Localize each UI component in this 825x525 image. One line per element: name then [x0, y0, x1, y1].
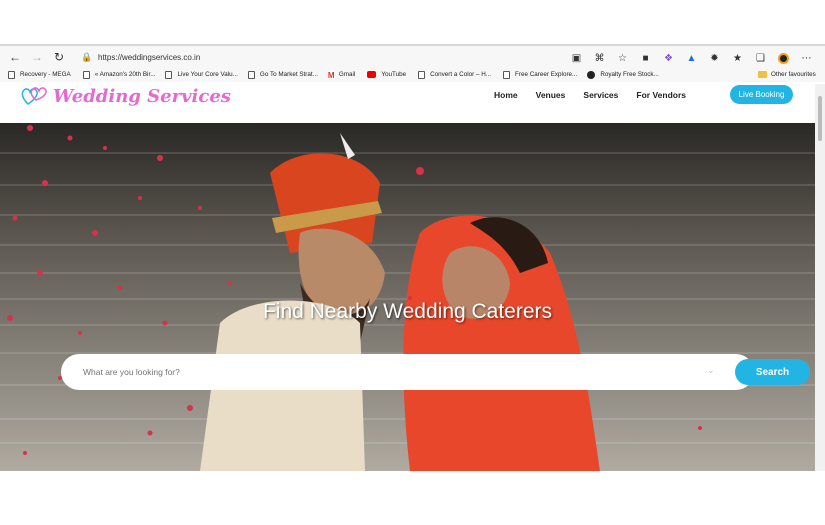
scrollbar-thumb[interactable] [818, 96, 822, 141]
address-bar[interactable]: 🔒 https://weddingservices.co.in [78, 49, 568, 66]
bookmark-item[interactable]: Free Career Explore... [503, 67, 577, 82]
lock-icon[interactable]: 🔒 [78, 52, 96, 63]
nav-for-vendors[interactable]: For Vendors [636, 89, 686, 101]
favorite-add-icon[interactable]: ☆ [611, 50, 634, 66]
app-icon[interactable]: ⌘ [588, 50, 611, 66]
site-header: Wedding Services Home Venues Services Fo… [0, 82, 825, 123]
search-input[interactable] [83, 364, 623, 380]
bookmark-label: Recovery - MEGA [20, 71, 71, 78]
bookmark-item[interactable]: Royalty Free Stock... [587, 67, 659, 82]
bookmark-item[interactable]: Recovery - MEGA [8, 67, 71, 82]
page-icon [8, 70, 15, 79]
page-icon [503, 70, 511, 79]
tab-view-icon[interactable]: ▣ [565, 50, 588, 66]
favorites-icon[interactable]: ★ [726, 50, 749, 66]
gmail-icon: M [327, 70, 335, 80]
forward-icon[interactable]: → [26, 48, 48, 66]
bookmark-item[interactable]: M Gmail [327, 67, 356, 82]
bookmark-label: Free Career Explore... [515, 71, 578, 78]
hero-heading: Find Nearby Wedding Caterers [262, 300, 553, 323]
page-icon [418, 70, 426, 79]
bookmark-label: Go To Market Strat... [259, 71, 318, 78]
nav-services[interactable]: Services [583, 89, 618, 101]
page-icon [165, 70, 173, 79]
extensions-icon[interactable]: ✹ [703, 50, 726, 66]
search-button[interactable]: Search [735, 359, 810, 385]
brand-logo-text[interactable]: Wedding Services [53, 86, 231, 107]
royalty-icon [587, 70, 596, 79]
youtube-icon [367, 71, 377, 78]
other-favourites-label: Other favourites [771, 71, 816, 78]
bookmark-item[interactable]: Go To Market Strat... [247, 67, 318, 82]
browser-toolbar: ← → ↻ 🔒 https://weddingservices.co.in ▣ … [0, 48, 825, 66]
chevron-down-icon[interactable]: ⌄ [707, 365, 715, 376]
page-bottom-area [0, 471, 825, 525]
folder-icon [758, 71, 767, 78]
hero-section: Find Nearby Wedding Caterers ⌄ Search [0, 123, 815, 471]
nav-home[interactable]: Home [494, 89, 518, 101]
bookmark-item[interactable]: Convert a Color – H... [418, 67, 491, 82]
page-icon [82, 70, 90, 79]
collections-icon[interactable]: ❏ [749, 50, 772, 66]
bookmark-label: Live Your Core Valu... [177, 71, 238, 78]
extension-badge-icon[interactable]: ❖ [657, 50, 680, 66]
browser-chrome: ← → ↻ 🔒 https://weddingservices.co.in ▣ … [0, 44, 825, 82]
bookmark-item[interactable]: Live Your Core Valu... [165, 67, 238, 82]
main-nav: Home Venues Services For Vendors [494, 89, 704, 101]
page-icon [247, 70, 255, 79]
search-bar: ⌄ Search [61, 354, 810, 390]
live-booking-button[interactable]: Live Booking [730, 85, 793, 104]
browser-toolbar-icons: ▣ ⌘ ☆ ■ ❖ ▲ ✹ ★ ❏ ⋯ [565, 50, 818, 66]
hearts-logo-icon[interactable] [20, 84, 50, 106]
bookmark-label: « Amazon's 20th Bir... [94, 71, 156, 78]
url-text: https://weddingservices.co.in [98, 53, 201, 62]
nav-venues[interactable]: Venues [536, 89, 566, 101]
extension-icon[interactable]: ■ [634, 50, 657, 66]
bookmark-label: Convert a Color – H... [430, 71, 492, 78]
hero-background-image [0, 123, 815, 471]
window-top-gap [0, 0, 825, 44]
bookmarks-bar: Recovery - MEGA « Amazon's 20th Bir... L… [0, 67, 825, 82]
bookmark-item[interactable]: « Amazon's 20th Bir... [82, 67, 156, 82]
more-menu-icon[interactable]: ⋯ [795, 50, 818, 66]
bookmark-item[interactable]: YouTube [367, 67, 406, 82]
extension-a-icon[interactable]: ▲ [680, 50, 703, 66]
bookmark-label: Gmail [338, 71, 356, 78]
profile-avatar-icon[interactable] [772, 50, 795, 66]
bookmark-label: Royalty Free Stock... [600, 71, 659, 78]
page-scrollbar[interactable] [815, 84, 825, 471]
back-icon[interactable]: ← [4, 48, 26, 66]
refresh-icon[interactable]: ↻ [48, 48, 70, 66]
other-favourites[interactable]: Other favourites [758, 67, 816, 82]
bookmark-label: YouTube [381, 71, 407, 78]
